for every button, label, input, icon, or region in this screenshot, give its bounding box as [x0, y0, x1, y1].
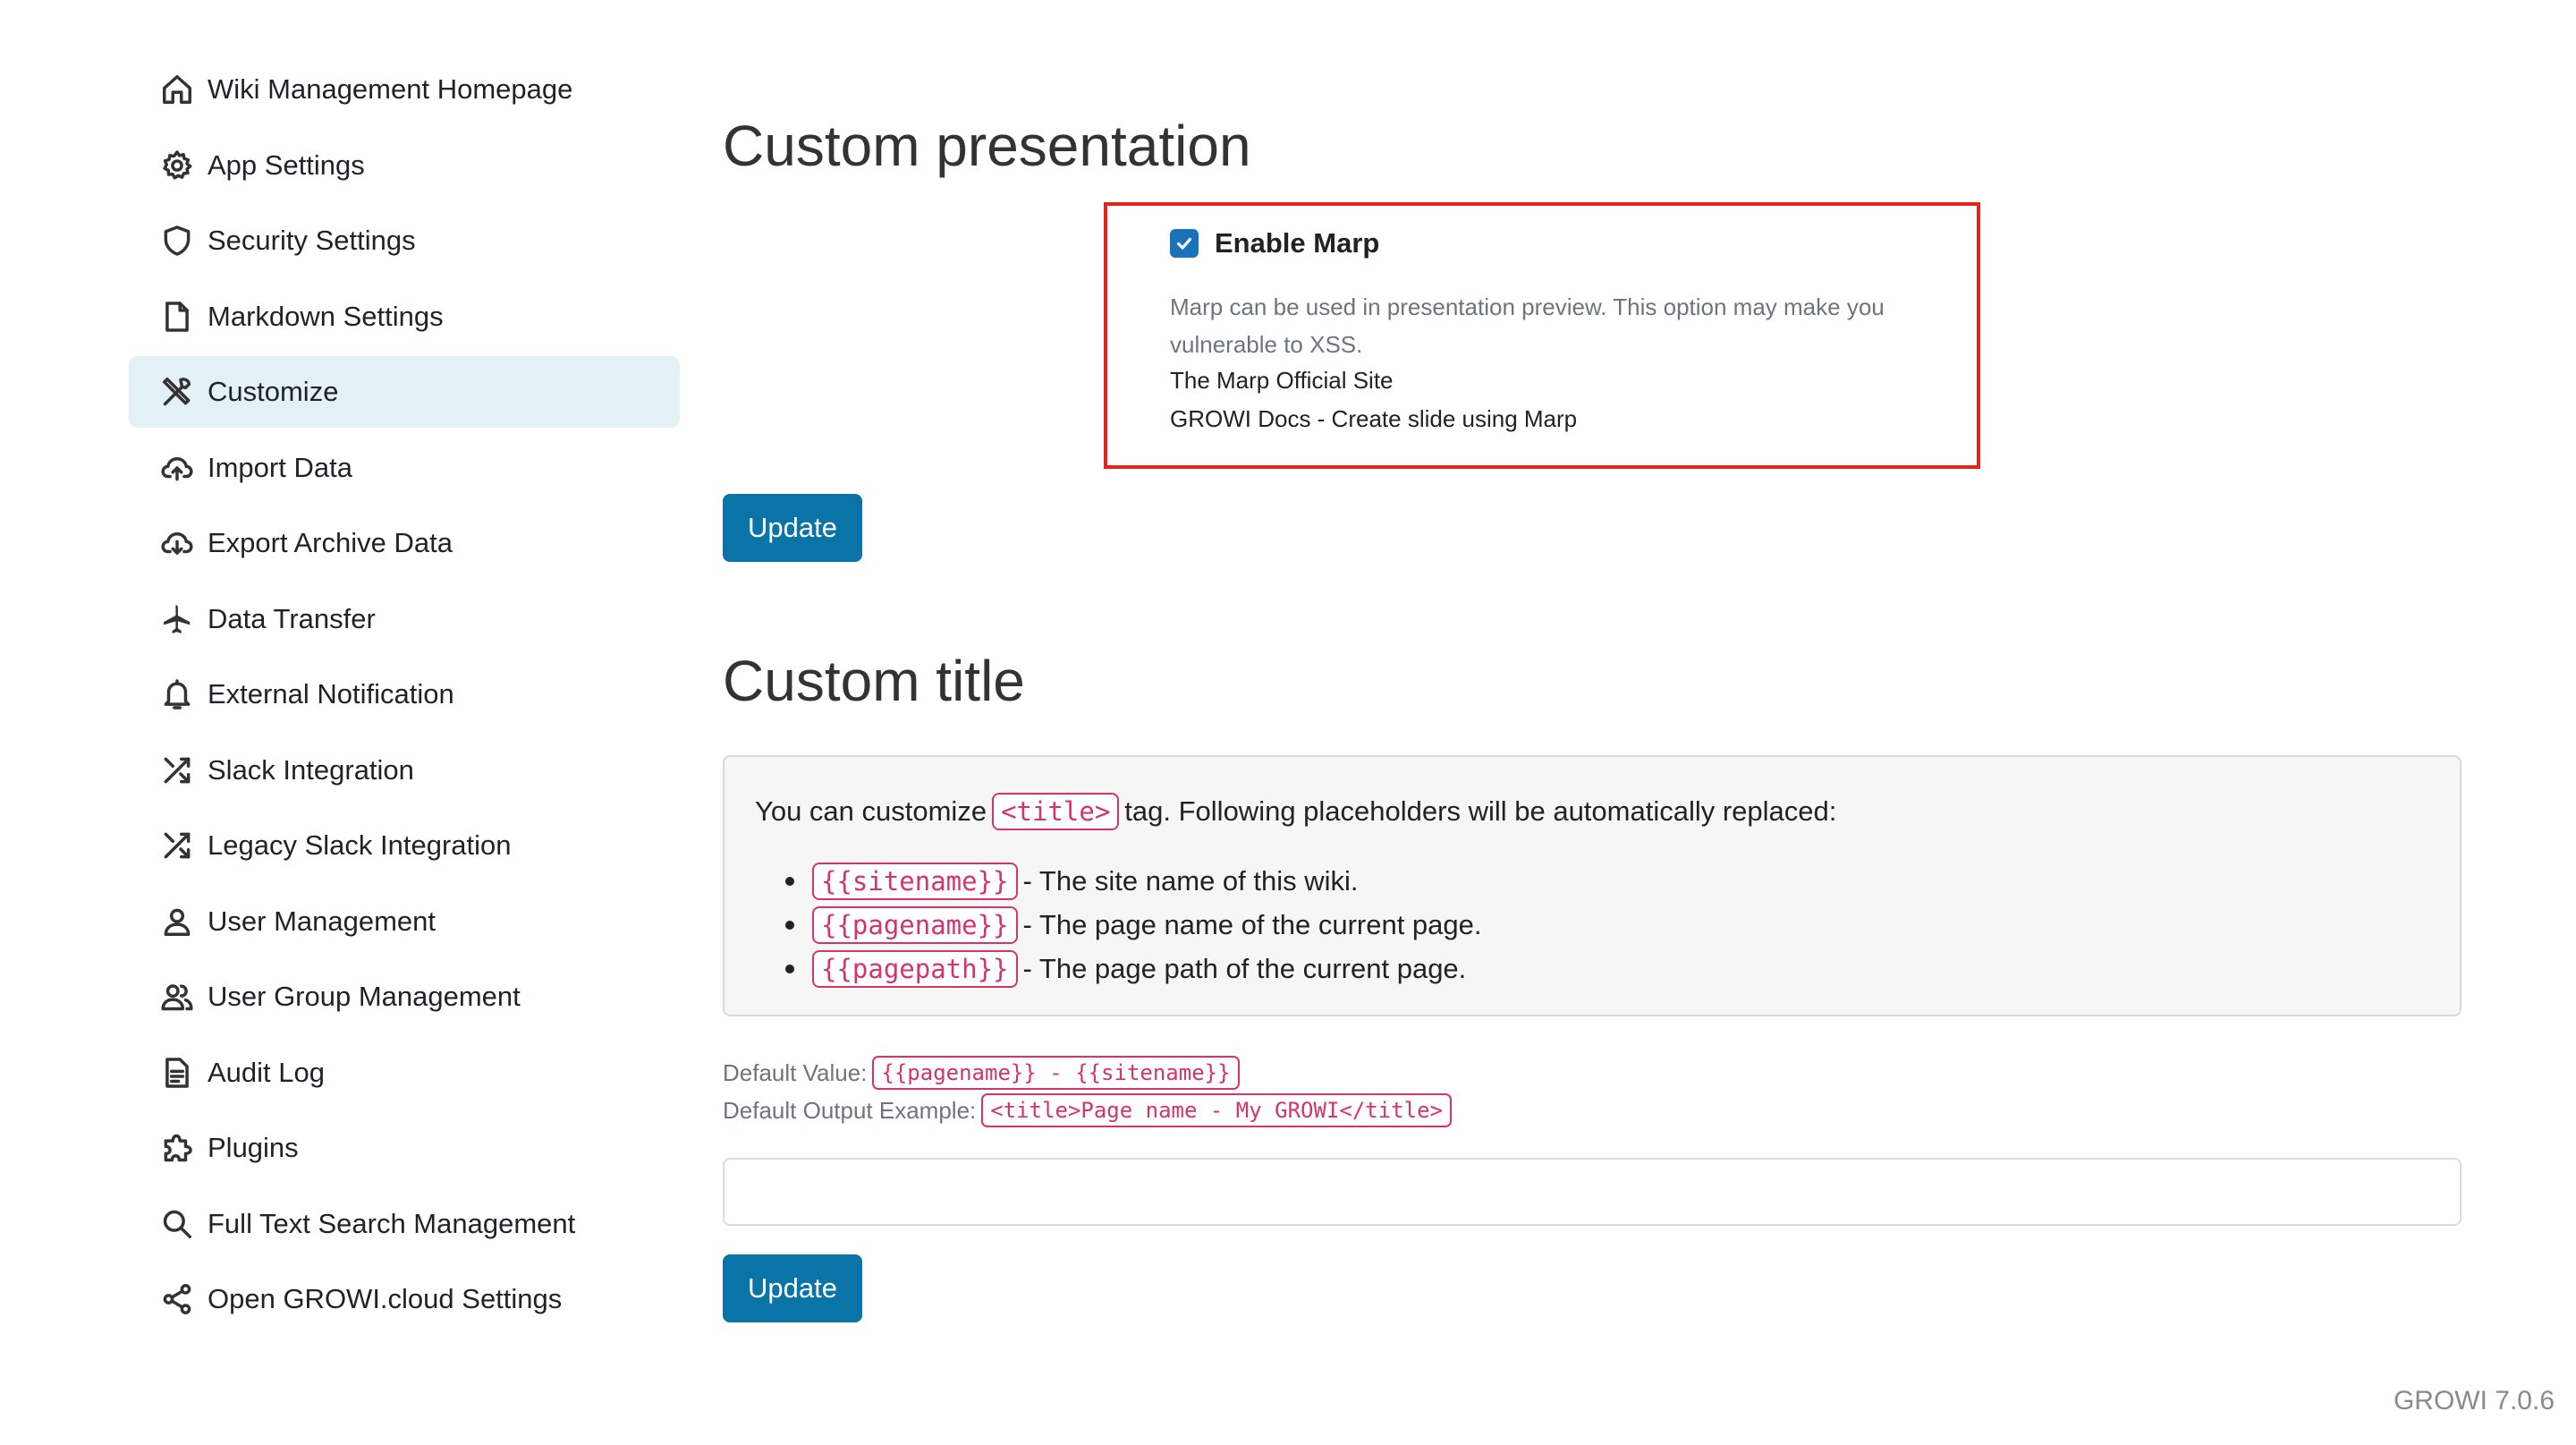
list-item: {{sitename}} - The site name of this wik… [785, 859, 1482, 903]
sidebar-item-label: Data Transfer [208, 602, 376, 634]
marp-settings-highlight: Enable Marp Marp can be used in presenta… [1104, 202, 1980, 469]
file-icon [159, 299, 195, 335]
bullet-icon [785, 964, 794, 973]
check-icon [1176, 237, 1192, 250]
sidebar-item-user-management[interactable]: User Management [129, 886, 680, 957]
sidebar-item-label: External Notification [208, 678, 454, 710]
sidebar-item-plugins[interactable]: Plugins [129, 1112, 680, 1184]
enable-marp-checkbox[interactable] [1170, 229, 1199, 258]
sidebar-item-audit-log[interactable]: Audit Log [129, 1037, 680, 1109]
placeholder-list: {{sitename}} - The site name of this wik… [785, 859, 1482, 990]
default-value-line: Default Value: {{pagename}} - {{sitename… [723, 1056, 1240, 1090]
info-prefix: You can customize [755, 795, 987, 827]
enable-marp-label[interactable]: Enable Marp [1215, 227, 1379, 259]
custom-title-heading: Custom title [723, 649, 1025, 713]
shuffle-icon [159, 752, 195, 788]
placeholder-code: {{pagepath}} [812, 949, 1018, 988]
enable-marp-row: Enable Marp [1170, 227, 1379, 259]
sidebar-item-label: Plugins [208, 1132, 299, 1163]
custom-presentation-title: Custom presentation [723, 114, 1251, 178]
sidebar-item-label: Security Settings [208, 225, 416, 256]
sidebar-item-wiki-management-homepage[interactable]: Wiki Management Homepage [129, 54, 680, 125]
sidebar-item-label: Open GROWI.cloud Settings [208, 1283, 563, 1314]
sidebar-item-legacy-slack-integration[interactable]: Legacy Slack Integration [129, 810, 680, 881]
shield-icon [159, 223, 195, 259]
sidebar-item-label: Import Data [208, 451, 352, 483]
presentation-update-button[interactable]: Update [723, 494, 862, 562]
default-value-code: {{pagename}} - {{sitename}} [872, 1056, 1240, 1090]
sidebar-item-import-data[interactable]: Import Data [129, 432, 680, 504]
search-icon [159, 1206, 195, 1242]
sidebar-item-label: Markdown Settings [208, 300, 444, 332]
info-text: You can customize <title> tag. Following… [755, 793, 1836, 830]
default-value-label: Default Value: [723, 1058, 868, 1086]
sidebar-item-label: Legacy Slack Integration [208, 829, 512, 861]
sidebar-item-full-text-search-management[interactable]: Full Text Search Management [129, 1188, 680, 1260]
sidebar-item-export-archive-data[interactable]: Export Archive Data [129, 507, 680, 579]
bullet-icon [785, 920, 794, 930]
sidebar-item-external-notification[interactable]: External Notification [129, 659, 680, 730]
sidebar-item-label: App Settings [208, 149, 365, 181]
placeholder-code: {{sitename}} [812, 862, 1018, 900]
sidebar-item-label: Wiki Management Homepage [208, 73, 573, 105]
gear-icon [159, 148, 195, 183]
placeholder-text: - The site name of this wiki. [1022, 864, 1359, 897]
list-item: {{pagepath}} - The page path of the curr… [785, 947, 1482, 990]
cloud-upload-icon [159, 450, 195, 486]
sidebar-item-label: Full Text Search Management [208, 1207, 576, 1239]
tools-icon [159, 374, 195, 410]
placeholder-text: - The page path of the current page. [1022, 952, 1467, 984]
info-suffix: tag. Following placeholders will be auto… [1124, 795, 1837, 827]
home-icon [159, 72, 195, 107]
sidebar-item-customize[interactable]: Customize [129, 356, 680, 428]
sidebar-item-label: Audit Log [208, 1056, 325, 1088]
sidebar-item-data-transfer[interactable]: Data Transfer [129, 583, 680, 655]
marp-description: Marp can be used in presentation preview… [1170, 293, 1885, 358]
sidebar-item-slack-integration[interactable]: Slack Integration [129, 735, 680, 806]
admin-sidebar: Wiki Management Homepage App Settings Se… [129, 54, 680, 1339]
placeholder-text: - The page name of the current page. [1022, 908, 1482, 940]
version-label: GROWI 7.0.6 [2393, 1386, 2555, 1415]
share-icon [159, 1281, 195, 1317]
sidebar-item-label: Export Archive Data [208, 527, 453, 558]
sidebar-item-app-settings[interactable]: App Settings [129, 130, 680, 201]
sidebar-item-open-growi-cloud-settings[interactable]: Open GROWI.cloud Settings [129, 1263, 680, 1335]
default-output-label: Default Output Example: [723, 1096, 977, 1124]
document-icon [159, 1055, 195, 1091]
title-tag-code: <title> [992, 793, 1120, 830]
marp-official-site-link[interactable]: The Marp Official Site [1170, 367, 1394, 395]
custom-title-input[interactable] [723, 1158, 2462, 1226]
bullet-icon [785, 876, 794, 886]
placeholder-code: {{pagename}} [812, 905, 1018, 944]
sidebar-item-markdown-settings[interactable]: Markdown Settings [129, 281, 680, 353]
custom-title-update-button[interactable]: Update [723, 1254, 862, 1322]
user-icon [159, 904, 195, 939]
list-item: {{pagename}} - The page name of the curr… [785, 903, 1482, 947]
growi-docs-marp-link[interactable]: GROWI Docs - Create slide using Marp [1170, 405, 1577, 433]
custom-title-info-box: You can customize <title> tag. Following… [723, 755, 2462, 1016]
sidebar-item-label: User Management [208, 905, 436, 937]
cloud-download-icon [159, 525, 195, 561]
default-output-code: <title>Page name - My GROWI</title> [981, 1093, 1452, 1127]
sidebar-item-security-settings[interactable]: Security Settings [129, 205, 680, 276]
sidebar-item-label: Slack Integration [208, 753, 414, 786]
default-output-line: Default Output Example: <title>Page name… [723, 1093, 1452, 1127]
users-icon [159, 979, 195, 1015]
bell-icon [159, 676, 195, 712]
sidebar-item-label: User Group Management [208, 981, 521, 1012]
sidebar-item-user-group-management[interactable]: User Group Management [129, 961, 680, 1033]
shuffle-icon [159, 828, 195, 863]
puzzle-icon [159, 1130, 195, 1166]
sidebar-item-label: Customize [208, 376, 339, 407]
airplane-icon [159, 601, 195, 637]
